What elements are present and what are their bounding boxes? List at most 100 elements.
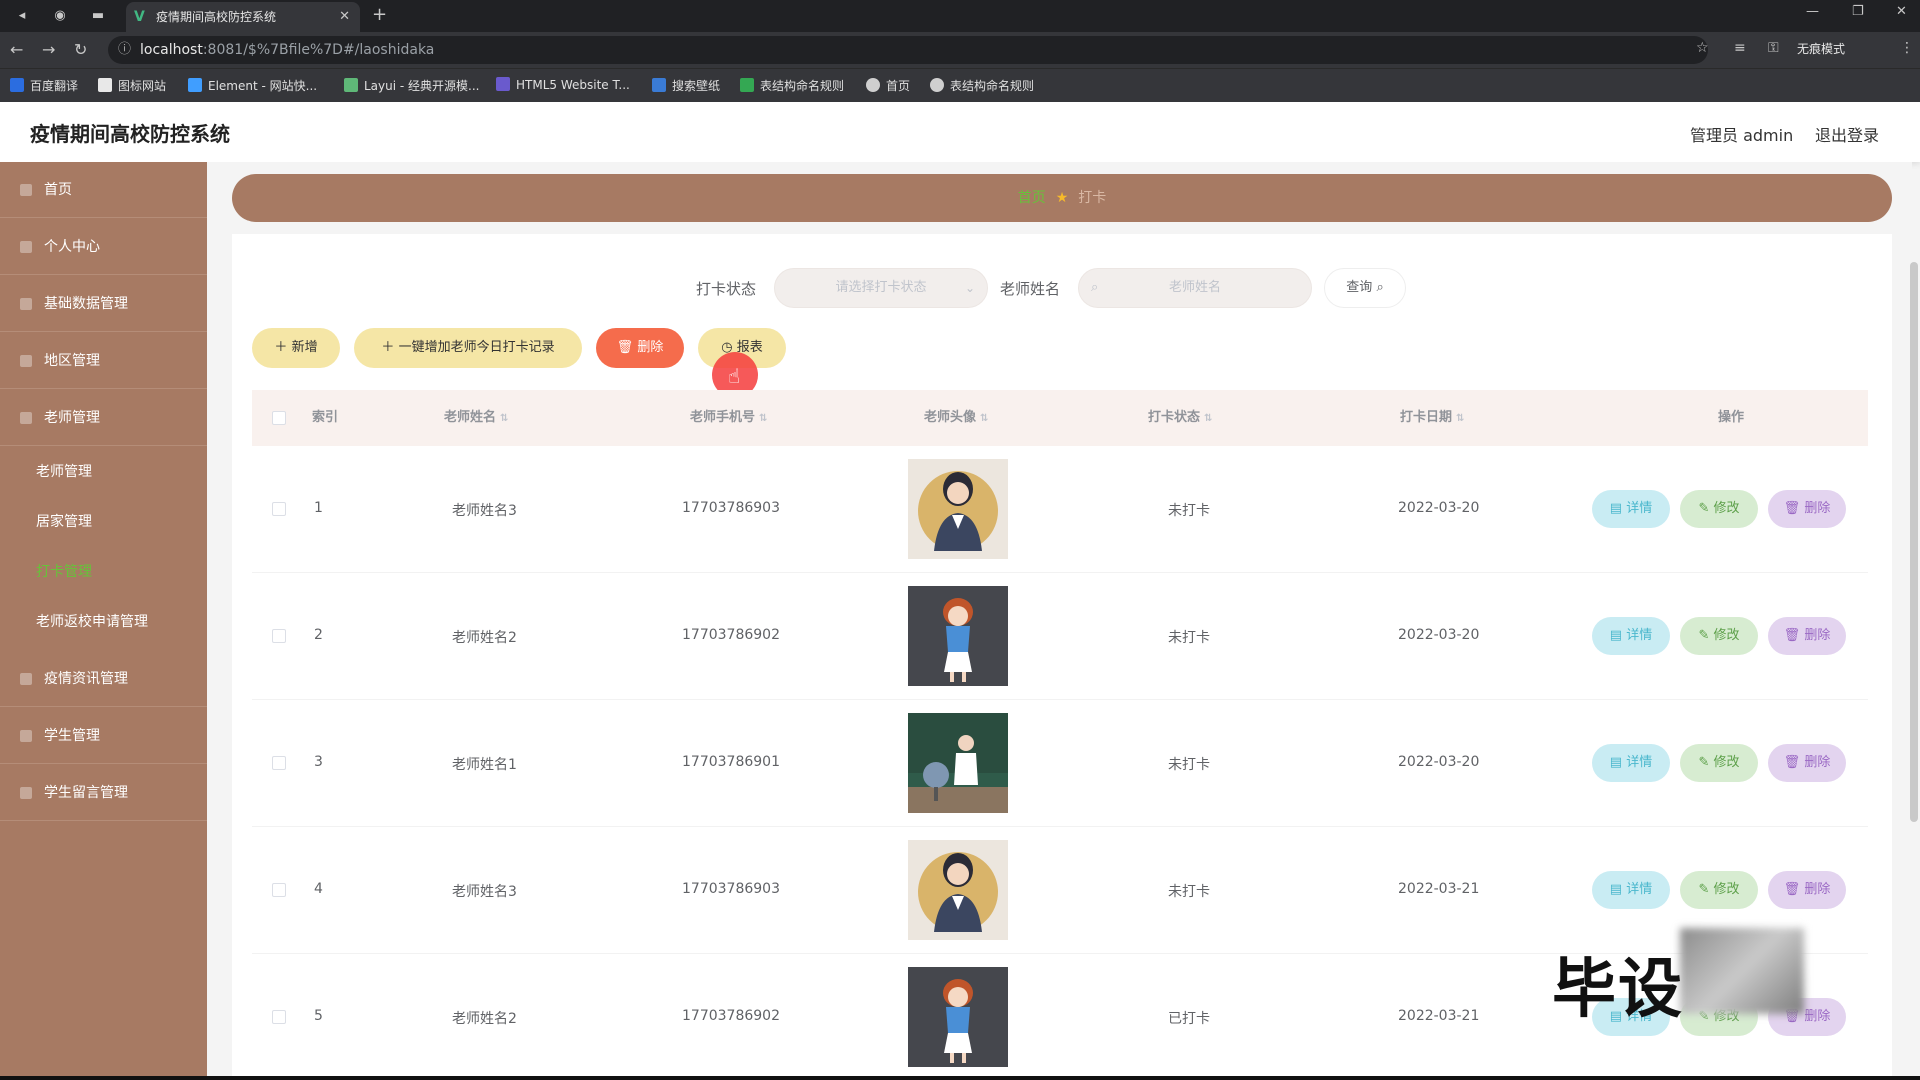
row-delete-button[interactable]: 🗑 删除: [1768, 490, 1846, 528]
th-name[interactable]: 老师姓名 ⇅: [444, 390, 508, 446]
close-window-icon[interactable]: ✕: [1896, 4, 1907, 19]
sidebar-item-region[interactable]: 地区管理: [0, 333, 207, 389]
tab-close-icon[interactable]: ✕: [339, 2, 350, 32]
chrome-icon[interactable]: ◉: [50, 6, 70, 26]
user-icon: [20, 241, 32, 253]
pencil-icon: ✎: [1698, 628, 1710, 643]
sidebar-subitem-checkin[interactable]: 打卡管理: [0, 547, 207, 597]
sidebar-item-profile[interactable]: 个人中心: [0, 219, 207, 275]
watermark-text: 毕设: [1552, 953, 1684, 1027]
row-delete-button[interactable]: 🗑 删除: [1768, 744, 1846, 782]
row-checkbox[interactable]: [272, 756, 286, 770]
bookmark-item[interactable]: HTML5 Website T...: [496, 77, 630, 92]
bookmark-item[interactable]: 表结构命名规则: [740, 77, 844, 94]
query-button[interactable]: 查询 ⌕: [1324, 268, 1406, 308]
new-tab-icon[interactable]: +: [372, 4, 387, 25]
restore-icon[interactable]: ❐: [1852, 4, 1864, 19]
cell-name: 老师姓名2: [452, 630, 517, 646]
delete-button[interactable]: 🗑 删除: [596, 328, 684, 368]
batch-add-checkin-button[interactable]: ＋ 一键增加老师今日打卡记录: [354, 328, 582, 368]
sort-icon[interactable]: ⇅: [980, 413, 988, 424]
detail-button[interactable]: ▤ 详情: [1592, 617, 1670, 655]
url-input[interactable]: ⓘ localhost:8081/$%7Bfile%7D#/laoshidaka: [108, 36, 1708, 64]
bookmark-item[interactable]: 首页: [866, 77, 910, 94]
sort-icon[interactable]: ⇅: [500, 413, 508, 424]
sidebar-item-basic-data[interactable]: 基础数据管理: [0, 276, 207, 332]
incognito-label[interactable]: 无痕模式: [1797, 40, 1845, 57]
reading-list-icon[interactable]: ≡: [1734, 40, 1746, 56]
teacher-avatar-image: [908, 459, 1008, 559]
sort-icon[interactable]: ⇅: [1456, 413, 1464, 424]
th-phone[interactable]: 老师手机号 ⇅: [690, 390, 767, 446]
hand-cursor-icon: ☝: [728, 364, 741, 388]
bookmark-item[interactable]: 图标网站: [98, 77, 166, 94]
row-checkbox[interactable]: [272, 1010, 286, 1024]
sidebar-subitem-home-quarantine[interactable]: 居家管理: [0, 497, 207, 547]
sidebar-item-home[interactable]: 首页: [0, 162, 207, 218]
sidebar-item-teacher[interactable]: 老师管理: [0, 390, 207, 446]
document-icon: ▤: [1609, 882, 1623, 897]
detail-button[interactable]: ▤ 详情: [1592, 744, 1670, 782]
breadcrumb-home[interactable]: 首页: [1018, 190, 1046, 206]
sort-icon[interactable]: ⇅: [1204, 413, 1212, 424]
edit-button[interactable]: ✎ 修改: [1680, 617, 1758, 655]
row-checkbox[interactable]: [272, 883, 286, 897]
back-icon[interactable]: ←: [10, 40, 23, 59]
html5-icon: [496, 77, 510, 91]
sort-icon[interactable]: ⇅: [759, 413, 767, 424]
sidebar-item-epidemic-news[interactable]: 疫情资讯管理: [0, 651, 207, 707]
th-status[interactable]: 打卡状态 ⇅: [1148, 390, 1212, 446]
th-date[interactable]: 打卡日期 ⇅: [1400, 390, 1464, 446]
site-info-icon[interactable]: ⓘ: [118, 36, 131, 64]
sidebar-item-student-message[interactable]: 学生留言管理: [0, 765, 207, 821]
row-checkbox[interactable]: [272, 502, 286, 516]
cell-date: 2022-03-20: [1398, 500, 1480, 516]
bookmark-item[interactable]: 搜索壁纸: [652, 77, 720, 94]
database-icon: [20, 298, 32, 310]
detail-button[interactable]: ▤ 详情: [1592, 871, 1670, 909]
detail-button[interactable]: ▤ 详情: [1592, 490, 1670, 528]
element-icon: [188, 78, 202, 92]
page-scrollbar[interactable]: [1910, 262, 1918, 822]
row-delete-button[interactable]: 🗑 删除: [1768, 617, 1846, 655]
cell-phone: 17703786901: [682, 754, 780, 770]
teacher-icon: [20, 412, 32, 424]
bookmark-item[interactable]: 表结构命名规则: [930, 77, 1034, 94]
add-button[interactable]: ＋ 新增: [252, 328, 340, 368]
audio-icon[interactable]: ◂: [12, 6, 32, 26]
reload-icon[interactable]: ↻: [74, 40, 87, 59]
browser-tab[interactable]: V 疫情期间高校防控系统 ✕: [126, 2, 360, 32]
cell-status: 未打卡: [1168, 630, 1210, 646]
th-avatar[interactable]: 老师头像 ⇅: [924, 390, 988, 446]
app-title: 疫情期间高校防控系统: [30, 122, 230, 146]
name-search-input[interactable]: ⌕ 老师姓名: [1078, 268, 1312, 308]
edit-button[interactable]: ✎ 修改: [1680, 871, 1758, 909]
key-icon[interactable]: ⚿: [1768, 40, 1779, 56]
bookmark-star-icon[interactable]: ☆: [1696, 40, 1709, 56]
sidebar-subitem-return-application[interactable]: 老师返校申请管理: [0, 597, 207, 647]
cell-status: 未打卡: [1168, 503, 1210, 519]
bookmark-item[interactable]: Layui - 经典开源模...: [344, 77, 479, 94]
forward-icon[interactable]: →: [42, 40, 55, 59]
bookmark-item[interactable]: 百度翻译: [10, 77, 78, 94]
bookmark-item[interactable]: Element - 网站快...: [188, 77, 317, 94]
globe-icon: [930, 78, 944, 92]
select-all-checkbox[interactable]: [272, 411, 286, 425]
cell-phone: 17703786902: [682, 1008, 780, 1024]
cell-index: 3: [314, 754, 323, 770]
wallpaper-icon: [652, 78, 666, 92]
more-menu-icon[interactable]: ⋮: [1900, 40, 1914, 56]
minimize-icon[interactable]: —: [1806, 4, 1819, 19]
edit-button[interactable]: ✎ 修改: [1680, 744, 1758, 782]
row-checkbox[interactable]: [272, 629, 286, 643]
row-delete-button[interactable]: 🗑 删除: [1768, 871, 1846, 909]
sidebar-item-student[interactable]: 学生管理: [0, 708, 207, 764]
cell-phone: 17703786902: [682, 627, 780, 643]
edit-button[interactable]: ✎ 修改: [1680, 490, 1758, 528]
url-host: localhost: [140, 42, 203, 58]
sidebar-subitem-teacher[interactable]: 老师管理: [0, 447, 207, 497]
logout-link[interactable]: 退出登录: [1815, 122, 1879, 146]
status-select[interactable]: 请选择打卡状态 ⌄: [774, 268, 988, 308]
window-icon[interactable]: ▬: [88, 6, 108, 26]
teacher-avatar-image: [908, 840, 1008, 940]
